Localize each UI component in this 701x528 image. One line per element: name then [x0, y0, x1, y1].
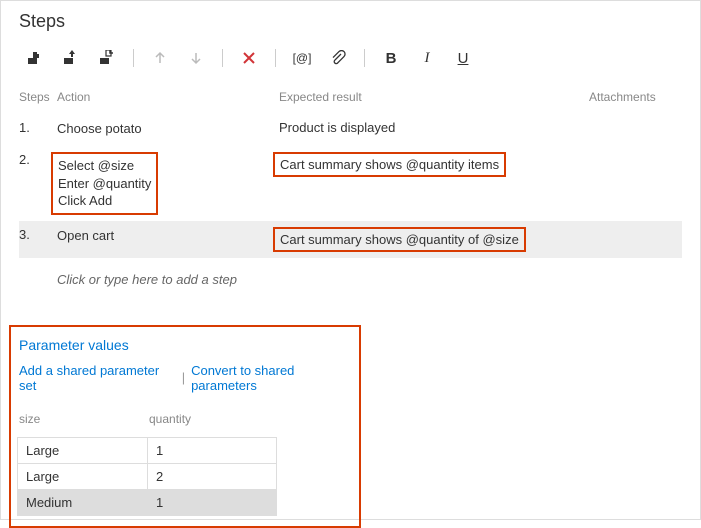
- step-row[interactable]: 2.Select @size Enter @quantity Click Add…: [19, 146, 682, 221]
- delete-step-icon[interactable]: [233, 44, 265, 72]
- step-action-text: Open cart: [57, 227, 279, 245]
- insert-step-icon[interactable]: [19, 44, 51, 72]
- parameter-table: size quantity Large1Large2Medium1: [17, 403, 279, 516]
- param-cell-quantity[interactable]: 1: [147, 490, 277, 516]
- header-expected: Expected result: [279, 90, 589, 104]
- underline-button[interactable]: U: [447, 44, 479, 72]
- parameter-values-title: Parameter values: [17, 337, 359, 363]
- parameter-links: Add a shared parameter set | Convert to …: [17, 363, 359, 403]
- add-step-placeholder[interactable]: Click or type here to add a step: [19, 258, 682, 287]
- step-expected-text: Cart summary shows @quantity of @size: [273, 227, 526, 252]
- step-action-cell[interactable]: Choose potato: [57, 120, 279, 138]
- param-cell-size[interactable]: Medium: [17, 490, 147, 516]
- header-steps: Steps: [19, 90, 57, 104]
- step-action-text: Choose potato: [57, 120, 279, 138]
- param-table-row[interactable]: Large2: [17, 464, 279, 490]
- param-table-row[interactable]: Large1: [17, 437, 279, 464]
- link-separator: |: [182, 370, 185, 385]
- bold-button[interactable]: B: [375, 44, 407, 72]
- grid-header-row: Steps Action Expected result Attachments: [19, 84, 682, 114]
- insert-parameter-icon[interactable]: [@]: [286, 44, 318, 72]
- param-cell-size[interactable]: Large: [17, 464, 147, 490]
- attachment-icon[interactable]: [322, 44, 354, 72]
- add-shared-parameter-link[interactable]: Add a shared parameter set: [19, 363, 176, 393]
- move-up-icon[interactable]: [144, 44, 176, 72]
- convert-shared-parameters-link[interactable]: Convert to shared parameters: [191, 363, 359, 393]
- step-expected-cell[interactable]: Cart summary shows @quantity of @size: [279, 227, 589, 252]
- step-expected-cell[interactable]: Cart summary shows @quantity items: [279, 152, 589, 177]
- steps-toolbar: [@] B I U: [1, 40, 700, 84]
- insert-shared-step-icon[interactable]: [91, 44, 123, 72]
- step-expected-cell[interactable]: Product is displayed: [279, 120, 589, 135]
- move-down-icon[interactable]: [180, 44, 212, 72]
- toolbar-separator: [364, 49, 365, 67]
- param-cell-quantity[interactable]: 1: [147, 437, 277, 464]
- step-expected-text: Product is displayed: [279, 120, 589, 135]
- steps-panel-title: Steps: [1, 1, 700, 40]
- param-header-quantity: quantity: [147, 407, 277, 431]
- step-action-text: Select @size Enter @quantity Click Add: [51, 152, 158, 215]
- step-action-cell[interactable]: Open cart: [57, 227, 279, 245]
- parameter-values-panel: Parameter values Add a shared parameter …: [9, 325, 361, 528]
- step-expected-text: Cart summary shows @quantity items: [273, 152, 506, 177]
- param-cell-size[interactable]: Large: [17, 437, 147, 464]
- param-table-header: size quantity: [17, 403, 279, 437]
- toolbar-separator: [222, 49, 223, 67]
- step-number: 1.: [19, 120, 57, 135]
- toolbar-separator: [275, 49, 276, 67]
- insert-step-before-icon[interactable]: [55, 44, 87, 72]
- step-row[interactable]: 3.Open cartCart summary shows @quantity …: [19, 221, 682, 258]
- header-action: Action: [57, 90, 279, 104]
- param-cell-quantity[interactable]: 2: [147, 464, 277, 490]
- step-number: 3.: [19, 227, 57, 242]
- steps-grid: Steps Action Expected result Attachments…: [1, 84, 700, 287]
- param-header-size: size: [17, 407, 147, 431]
- step-row[interactable]: 1.Choose potatoProduct is displayed: [19, 114, 682, 146]
- step-action-cell[interactable]: Select @size Enter @quantity Click Add: [57, 152, 279, 215]
- param-table-row[interactable]: Medium1: [17, 490, 279, 516]
- header-attachments: Attachments: [589, 90, 682, 104]
- toolbar-separator: [133, 49, 134, 67]
- italic-button[interactable]: I: [411, 44, 443, 72]
